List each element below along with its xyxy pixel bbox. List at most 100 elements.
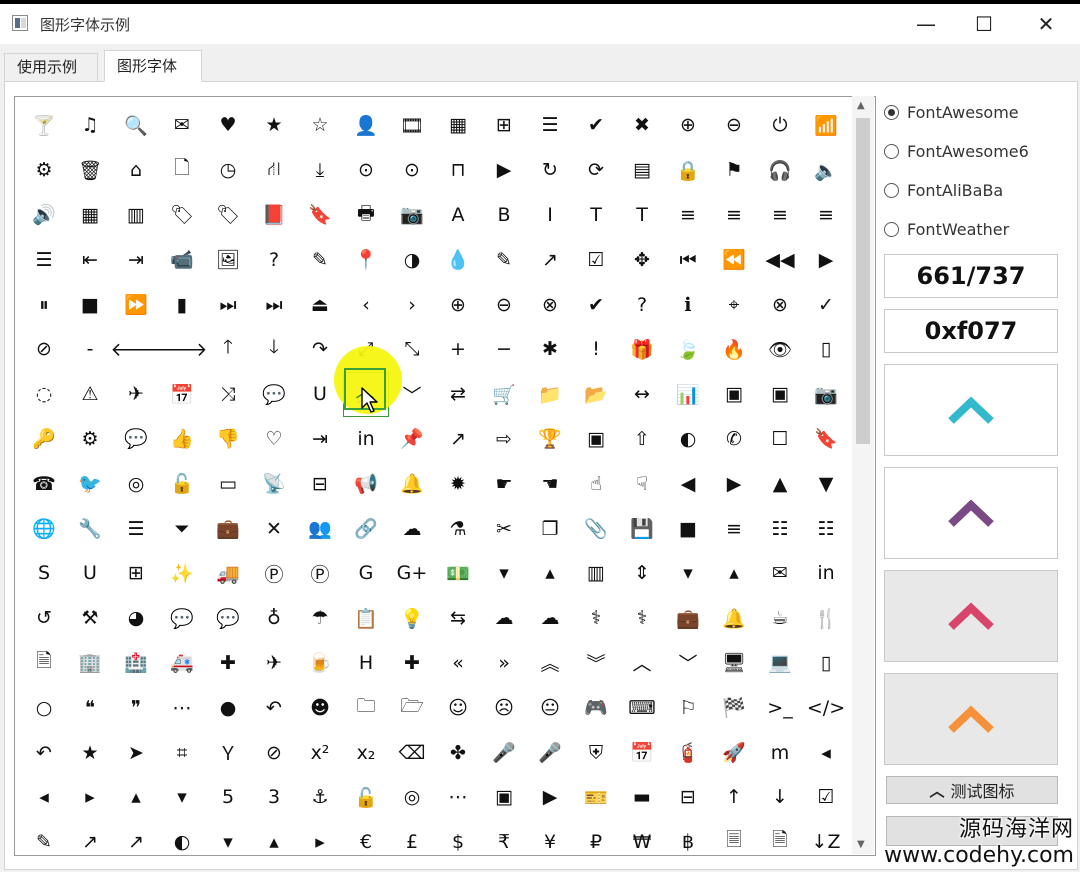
calendar-icon[interactable]: 📅 <box>159 372 205 417</box>
ban-icon[interactable]: ⊘ <box>21 327 67 372</box>
italic-icon[interactable]: I <box>527 193 573 238</box>
bookmark-icon[interactable]: 🔖 <box>297 193 343 238</box>
crop-icon[interactable]: ⌗ <box>159 730 205 775</box>
flag-checkered-icon[interactable]: 🏁 <box>711 685 757 730</box>
stethoscope-icon[interactable]: ⚕ <box>619 596 665 641</box>
medkit-icon[interactable]: ✚ <box>205 641 251 686</box>
shopping-cart-icon[interactable]: 🛒 <box>481 372 527 417</box>
arrows-icon[interactable]: ✥ <box>619 237 665 282</box>
subscript-icon[interactable]: x₂ <box>343 730 389 775</box>
angle-double-down-icon[interactable]: ︾ <box>573 641 619 686</box>
arrows-h-icon[interactable]: ↔ <box>619 372 665 417</box>
anchor-icon[interactable]: 3 <box>251 775 297 820</box>
play-icon[interactable]: ▶ <box>803 237 849 282</box>
minus-small-icon[interactable]: ‐ <box>67 327 113 372</box>
save-icon[interactable]: 💾 <box>619 506 665 551</box>
arrow-up-icon[interactable]: 🡑 <box>205 327 251 372</box>
hand-right-icon[interactable]: ☛ <box>481 461 527 506</box>
arrow-circle-left-icon[interactable]: ◀ <box>665 461 711 506</box>
caret-square-up-icon[interactable]: ▾ <box>205 820 251 855</box>
lightbulb-icon[interactable]: 💡 <box>389 596 435 641</box>
download-icon[interactable]: ⤓ <box>297 148 343 193</box>
briefcase-icon[interactable]: 💼 <box>205 506 251 551</box>
magic-icon[interactable]: ✨ <box>159 551 205 596</box>
star-o-icon[interactable]: ☆ <box>297 103 343 148</box>
close-button[interactable]: ✕ <box>1016 4 1076 44</box>
book-icon[interactable]: 📕 <box>251 193 297 238</box>
square-icon[interactable]: ■ <box>665 506 711 551</box>
music-icon[interactable]: ♫ <box>67 103 113 148</box>
mobile-icon[interactable]: ▯ <box>803 327 849 372</box>
level-up-icon[interactable]: ⊟ <box>665 775 711 820</box>
file-icon[interactable]: ฿ <box>665 820 711 855</box>
hand-up-icon[interactable]: ☝ <box>573 461 619 506</box>
radio-fontawesome[interactable]: FontAwesome <box>884 100 1019 124</box>
columns-icon[interactable]: ▥ <box>573 551 619 596</box>
align-left-icon[interactable]: ≡ <box>665 193 711 238</box>
calendar-o-icon[interactable]: 📅 <box>619 730 665 775</box>
list-ol-icon[interactable]: ☷ <box>803 506 849 551</box>
laptop-icon[interactable]: 💻 <box>757 641 803 686</box>
scroll-thumb[interactable] <box>856 118 870 444</box>
minus-circle-icon[interactable]: ⊖ <box>481 282 527 327</box>
gavel-icon[interactable]: ⚒ <box>67 596 113 641</box>
cloud-upload-icon[interactable]: ☁ <box>527 596 573 641</box>
signal-icon[interactable]: 📶 <box>803 103 849 148</box>
arrow-circle-up-icon[interactable]: ⊙ <box>389 148 435 193</box>
compass-icon[interactable]: ↗ <box>113 820 159 855</box>
lock-icon[interactable]: 🔒 <box>665 148 711 193</box>
volume-up-icon[interactable]: 🔊 <box>21 193 67 238</box>
outdent-icon[interactable]: ⇤ <box>67 237 113 282</box>
film-icon[interactable]: 🎞 <box>389 103 435 148</box>
file-text-icon[interactable]: 🗏 <box>711 820 757 855</box>
suitcase-icon[interactable]: 💼 <box>665 596 711 641</box>
plane-icon[interactable]: ✈ <box>113 372 159 417</box>
refresh-icon[interactable]: ⟳ <box>573 148 619 193</box>
euro-icon[interactable]: ▸ <box>297 820 343 855</box>
strikethrough-icon[interactable]: S <box>21 551 67 596</box>
pencil-square-icon[interactable]: ☑ <box>803 775 849 820</box>
times-icon[interactable]: ✖ <box>619 103 665 148</box>
check-square-2-icon[interactable]: ↓ <box>757 775 803 820</box>
phone-square-icon[interactable]: ☎ <box>21 461 67 506</box>
bar-chart-icon[interactable]: 📊 <box>665 372 711 417</box>
angle-double-left-icon[interactable]: « <box>435 641 481 686</box>
folder-open-o-icon[interactable]: 🗁 <box>389 685 435 730</box>
unlock-alt-icon[interactable]: ⚓ <box>297 775 343 820</box>
play-circle-2-icon[interactable]: ▣ <box>481 775 527 820</box>
list-ul-icon[interactable]: ☷ <box>757 506 803 551</box>
question-icon[interactable]: ? <box>251 237 297 282</box>
maxcdn-icon[interactable]: m <box>757 730 803 775</box>
plus-square-icon[interactable]: ✚ <box>389 641 435 686</box>
chevron-circle-left-icon[interactable]: ◂ <box>803 730 849 775</box>
fighter-jet-icon[interactable]: ✈ <box>251 641 297 686</box>
exchange-icon[interactable]: ⇆ <box>435 596 481 641</box>
minus-icon[interactable]: − <box>481 327 527 372</box>
caret-down-icon[interactable]: ▾ <box>481 551 527 596</box>
font-icon[interactable]: A <box>435 193 481 238</box>
trash-icon[interactable]: 🗑 <box>67 148 113 193</box>
circle-o-icon[interactable]: ○ <box>21 685 67 730</box>
html5-icon[interactable]: ▾ <box>159 775 205 820</box>
reply-all-icon[interactable]: ↶ <box>21 730 67 775</box>
won-icon[interactable]: ₽ <box>573 820 619 855</box>
folder-o-icon[interactable]: 🗀 <box>343 685 389 730</box>
heart-o-icon[interactable]: ♡ <box>251 417 297 462</box>
meh-icon[interactable]: 😐 <box>527 685 573 730</box>
thumbs-o-down-icon[interactable]: 👎 <box>205 417 251 462</box>
truck-icon[interactable]: 🚚 <box>205 551 251 596</box>
minus-square-icon[interactable]: 🎫 <box>573 775 619 820</box>
paperclip-icon[interactable]: 📎 <box>573 506 619 551</box>
sort-alpha-desc-icon[interactable]: ↓Z <box>803 820 849 855</box>
star-half-icon[interactable]: ★ <box>67 730 113 775</box>
bookmark-o-icon[interactable]: 🔖 <box>803 417 849 462</box>
unlink-icon[interactable]: ⊘ <box>251 730 297 775</box>
step-forward-icon[interactable]: ⏭ <box>251 282 297 327</box>
step-backward-icon[interactable]: ⏮ <box>665 237 711 282</box>
qrcode-icon[interactable]: ▦ <box>67 193 113 238</box>
angle-down-icon[interactable]: ﹀ <box>665 641 711 686</box>
share-square-2-icon[interactable]: ↗ <box>67 820 113 855</box>
google-plus-square-icon[interactable]: G <box>343 551 389 596</box>
asterisk-icon[interactable]: ✱ <box>527 327 573 372</box>
angle-double-right-icon[interactable]: » <box>481 641 527 686</box>
